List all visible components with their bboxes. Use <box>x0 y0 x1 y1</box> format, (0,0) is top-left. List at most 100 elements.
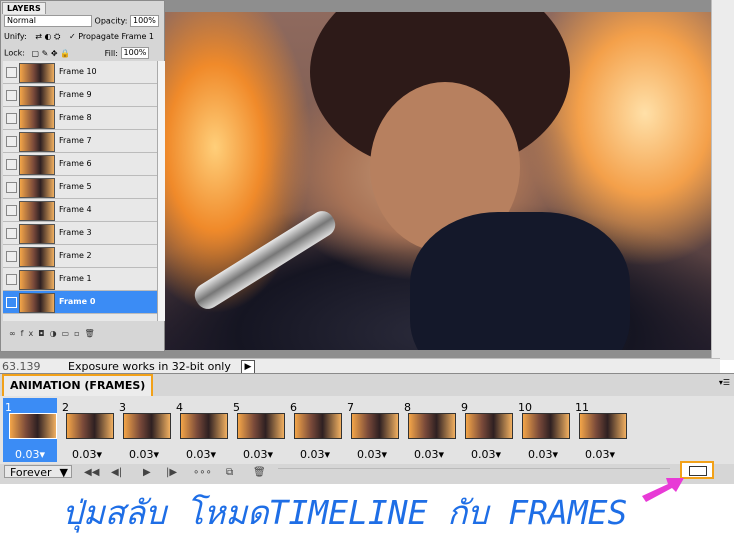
duplicate-frame-icon[interactable]: ⧉ <box>226 465 233 481</box>
frame-thumbnail <box>522 413 570 439</box>
loop-option-value: Forever <box>10 466 52 479</box>
propagate-label: Propagate Frame 1 <box>78 32 154 41</box>
visibility-eye-icon[interactable] <box>6 205 17 216</box>
layer-row[interactable]: Frame 4 <box>3 199 157 222</box>
frame-delay-select[interactable]: 0.03▾ <box>516 448 570 461</box>
trash-icon[interactable]: 🗑 <box>85 329 100 338</box>
layer-thumbnail <box>19 155 55 175</box>
animation-frame[interactable]: 8 0.03▾ <box>402 398 456 462</box>
frame-thumbnail <box>351 413 399 439</box>
animation-frame[interactable]: 6 0.03▾ <box>288 398 342 462</box>
layer-name: Frame 4 <box>59 205 92 214</box>
lock-icons[interactable]: ▢ ✎ ✥ 🔒 <box>27 49 74 58</box>
propagate-checkbox[interactable]: ✓ <box>69 32 76 41</box>
frame-thumbnail <box>408 413 456 439</box>
layer-row[interactable]: Frame 5 <box>3 176 157 199</box>
layer-thumbnail <box>19 132 55 152</box>
animation-frame[interactable]: 2 0.03▾ <box>60 398 114 462</box>
visibility-eye-icon[interactable] <box>6 182 17 193</box>
blend-mode-value: Normal <box>7 16 36 25</box>
chevron-down-icon: ▼ <box>59 466 68 479</box>
tween-icon[interactable]: ∘∘∘ <box>193 465 212 481</box>
animation-frame[interactable]: 3 0.03▾ <box>117 398 171 462</box>
layers-tab[interactable]: LAYERS <box>2 2 46 14</box>
delete-frame-icon[interactable]: 🗑 <box>253 465 266 481</box>
layer-name: Frame 3 <box>59 228 92 237</box>
animation-controls: Forever ▼ ◀◀ ◀| ▶ |▶ ∘∘∘ ⧉ 🗑 <box>0 461 734 481</box>
layer-thumbnail <box>19 109 55 129</box>
layer-row[interactable]: Frame 8 <box>3 107 157 130</box>
frame-delay-select[interactable]: 0.03▾ <box>459 448 513 461</box>
animation-frame[interactable]: 4 0.03▾ <box>174 398 228 462</box>
frame-thumbnail <box>237 413 285 439</box>
layer-thumbnail <box>19 178 55 198</box>
first-frame-icon[interactable]: ◀◀ <box>84 465 99 481</box>
animation-frame[interactable]: 9 0.03▾ <box>459 398 513 462</box>
visibility-eye-icon[interactable] <box>6 251 17 262</box>
layer-name: Frame 2 <box>59 251 92 260</box>
layer-name: Frame 0 <box>59 297 96 306</box>
unify-icons[interactable]: ⇄ ◐ ⛭ <box>29 32 66 41</box>
document-image[interactable] <box>160 12 711 350</box>
link-icon[interactable]: ∞ <box>9 329 21 338</box>
status-menu-arrow-icon[interactable]: ▶ <box>241 360 255 374</box>
image-microphone-shape <box>190 206 340 314</box>
frame-delay-select[interactable]: 0.03▾ <box>345 448 399 461</box>
frame-delay-select[interactable]: 0.03▾ <box>231 448 285 461</box>
frame-delay-select[interactable]: 0.03▾ <box>573 448 627 461</box>
play-icon[interactable]: ▶ <box>143 465 151 481</box>
visibility-eye-icon[interactable] <box>6 136 17 147</box>
frame-delay-select[interactable]: 0.03▾ <box>174 448 228 461</box>
visibility-eye-icon[interactable] <box>6 90 17 101</box>
layer-row[interactable]: Frame 2 <box>3 245 157 268</box>
frames-scrollbar[interactable] <box>278 468 670 475</box>
layer-thumbnail <box>19 247 55 267</box>
frame-delay-select[interactable]: 0.03▾ <box>402 448 456 461</box>
layers-scrollbar[interactable] <box>157 61 165 321</box>
layer-thumbnail <box>19 86 55 106</box>
layer-row[interactable]: Frame 10 <box>3 61 157 84</box>
panel-menu-icon[interactable]: ▾☰ <box>719 378 730 387</box>
animation-frame[interactable]: 11 0.03▾ <box>573 398 627 462</box>
animation-frame[interactable]: 5 0.03▾ <box>231 398 285 462</box>
animation-frame[interactable]: 7 0.03▾ <box>345 398 399 462</box>
animation-frame[interactable]: 1 0.03▾ <box>3 398 57 462</box>
frame-thumbnail <box>294 413 342 439</box>
frame-thumbnail <box>465 413 513 439</box>
opacity-field[interactable]: 100% <box>129 15 159 27</box>
layer-row[interactable]: Frame 0 <box>3 291 157 314</box>
mask-icon[interactable]: ◘ <box>38 329 49 338</box>
layer-row[interactable]: Frame 9 <box>3 84 157 107</box>
group-icon[interactable]: ▭ <box>62 329 75 338</box>
animation-frames-tab[interactable]: ANIMATION (FRAMES) <box>2 374 154 398</box>
layer-row[interactable]: Frame 6 <box>3 153 157 176</box>
fill-field[interactable]: 100% <box>120 47 150 59</box>
new-layer-icon[interactable]: ▫ <box>74 329 84 338</box>
loop-options-select[interactable]: Forever ▼ <box>4 465 72 479</box>
timeline-mode-icon <box>689 466 707 476</box>
frame-delay-select[interactable]: 0.03▾ <box>60 448 114 461</box>
unify-label: Unify: <box>4 32 27 41</box>
visibility-eye-icon[interactable] <box>6 159 17 170</box>
adjustment-icon[interactable]: ◑ <box>50 329 62 338</box>
layer-row[interactable]: Frame 1 <box>3 268 157 291</box>
opacity-label: Opacity: <box>94 16 128 26</box>
vertical-scrollbar[interactable] <box>711 0 734 360</box>
visibility-eye-icon[interactable] <box>6 297 17 308</box>
frame-delay-select[interactable]: 0.03▾ <box>288 448 342 461</box>
frame-delay-select[interactable]: 0.03▾ <box>3 448 57 461</box>
prev-frame-icon[interactable]: ◀| <box>111 465 122 481</box>
fx-icon[interactable]: fx <box>21 329 39 338</box>
visibility-eye-icon[interactable] <box>6 274 17 285</box>
visibility-eye-icon[interactable] <box>6 113 17 124</box>
visibility-eye-icon[interactable] <box>6 67 17 78</box>
blend-mode-select[interactable]: Normal <box>4 15 92 27</box>
frame-delay-select[interactable]: 0.03▾ <box>117 448 171 461</box>
layer-row[interactable]: Frame 7 <box>3 130 157 153</box>
layer-thumbnail <box>19 270 55 290</box>
visibility-eye-icon[interactable] <box>6 228 17 239</box>
layer-row[interactable]: Frame 3 <box>3 222 157 245</box>
animation-frame[interactable]: 10 0.03▾ <box>516 398 570 462</box>
next-frame-icon[interactable]: |▶ <box>166 465 177 481</box>
frame-thumbnail <box>9 413 57 439</box>
